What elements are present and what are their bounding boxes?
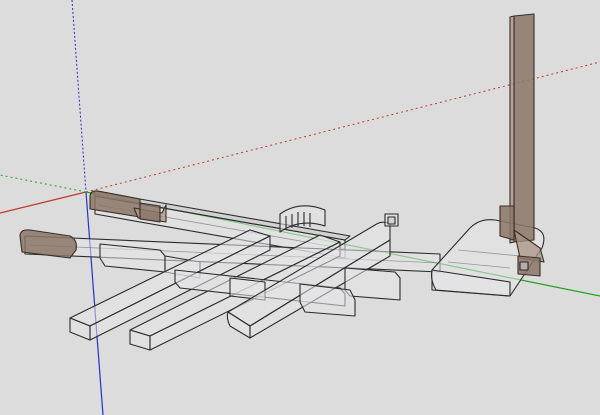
blue-axis-negative [71,0,87,193]
scene-canvas[interactable] [0,0,600,415]
modeling-viewport[interactable] [0,0,600,415]
green-axis-negative [0,174,87,193]
red-axis-positive [0,191,87,214]
top-bracket[interactable] [384,213,399,227]
model-group[interactable] [19,13,545,351]
